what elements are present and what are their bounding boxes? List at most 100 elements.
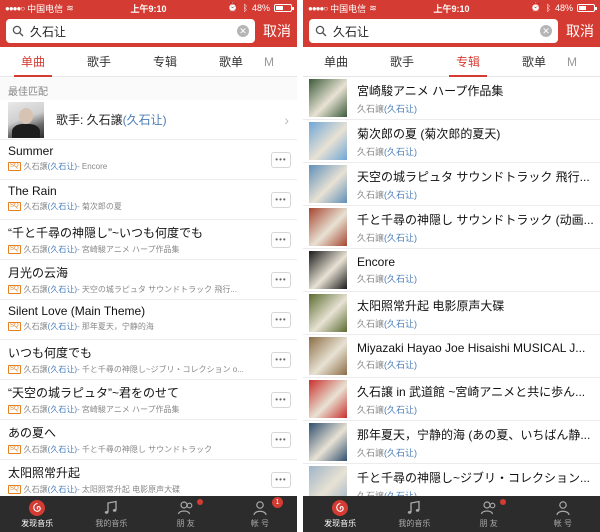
album-artist-name: 久石譲 — [357, 189, 385, 200]
cancel-button[interactable]: 取消 — [566, 21, 594, 41]
tab-more[interactable]: M — [264, 47, 278, 77]
album-list: 宮崎駿アニメ ハープ作品集 久石譲(久石让) 菊次郎の夏 (菊次郎的夏天) 久石譲(久… — [303, 77, 600, 507]
netease-logo-icon — [29, 500, 46, 516]
tab-playlists[interactable]: 歌单 — [501, 47, 567, 77]
album-cover — [309, 165, 347, 203]
album-artist: 久石譲(久石让) — [357, 317, 594, 330]
clear-icon[interactable]: ✕ — [237, 25, 249, 37]
song-album: - 那年夏天，宁静的海 — [77, 322, 154, 331]
song-artist: 久石譲 — [23, 365, 48, 374]
bottom-nav: 发现音乐 我的音乐 朋 友 1 帐 号 — [0, 496, 297, 532]
album-row[interactable]: Encore 久石譲(久石让) — [303, 249, 600, 292]
song-row[interactable]: “千と千尋の神隠し”~いつも何度でも SQ 久石譲 (久石让) - 宮崎駿アニメ ハープ… — [0, 220, 297, 260]
album-cover — [309, 122, 347, 160]
album-title: 太阳照常升起 电影原声大碟 — [357, 298, 505, 313]
nav-account[interactable]: 1 帐 号 — [223, 496, 297, 532]
more-options-button[interactable]: ••• — [271, 192, 291, 208]
nav-friends[interactable]: 朋 友 — [149, 496, 223, 532]
friends-icon — [177, 501, 192, 515]
more-options-button[interactable]: ••• — [271, 352, 291, 368]
song-artist: 久石譲 — [23, 485, 48, 494]
album-artist-alias: (久石让) — [384, 318, 418, 329]
more-options-button[interactable]: ••• — [271, 472, 291, 488]
song-row[interactable]: いつも何度でも SQ 久石譲 (久石让) - 千と千尋の神隠し~ジブリ・コレクション o… — [0, 340, 297, 380]
nav-label: 帐 号 — [553, 519, 572, 528]
more-options-button[interactable]: ••• — [271, 272, 291, 288]
album-artist-alias: (久石让) — [384, 189, 418, 200]
clear-icon[interactable]: ✕ — [540, 25, 552, 37]
tab-artists[interactable]: 歌手 — [66, 47, 132, 77]
tab-albums[interactable]: 专辑 — [435, 47, 501, 77]
album-title: Miyazaki Hayao Joe Hisaishi MUSICAL J... — [357, 341, 586, 355]
song-meta: SQ 久石譲 (久石让) - 那年夏天，宁静的海 — [8, 321, 266, 332]
music-note-icon — [408, 500, 421, 514]
nav-account[interactable]: 帐 号 — [526, 496, 600, 532]
search-input[interactable]: 久石让 ✕ — [6, 19, 255, 43]
artist-avatar — [8, 101, 44, 138]
song-meta: SQ 久石譲 (久石让) - 太阳照常升起 电影原声大碟 — [8, 484, 266, 495]
album-row[interactable]: 天空の城ラピュタ サウンドトラック 飛行... 久石譲(久石让) — [303, 163, 600, 206]
song-list: Summer SQ 久石譲 (久石让) - Encore ••• The Rain SQ 久石譲… — [0, 140, 297, 500]
tab-more[interactable]: M — [567, 47, 581, 77]
song-album: - Encore — [77, 162, 108, 171]
song-row[interactable]: Summer SQ 久石譲 (久石让) - Encore ••• — [0, 140, 297, 180]
tab-artists[interactable]: 歌手 — [369, 47, 435, 77]
album-title: Encore — [357, 255, 396, 269]
search-tabs: 单曲 歌手 专辑 歌单 M — [303, 47, 600, 77]
song-row[interactable]: Silent Love (Main Theme) SQ 久石譲 (久石让) - 那年夏天… — [0, 300, 297, 340]
album-artist-name: 久石譲 — [357, 274, 385, 284]
tab-albums[interactable]: 专辑 — [132, 47, 198, 77]
search-icon — [315, 25, 327, 37]
sq-quality-icon: SQ — [8, 202, 21, 211]
sq-quality-icon: SQ — [8, 365, 21, 374]
song-meta: SQ 久石譲 (久石让) - 宮崎駿アニメ ハープ作品集 — [8, 404, 266, 415]
nav-my-music[interactable]: 我的音乐 — [74, 496, 148, 532]
album-row[interactable]: 宮崎駿アニメ ハープ作品集 久石譲(久石让) — [303, 77, 600, 120]
album-artist-name: 久石譲 — [357, 360, 385, 370]
album-artist-alias: (久石让) — [384, 274, 418, 284]
nav-discover[interactable]: 发现音乐 — [0, 496, 74, 532]
nav-friends[interactable]: 朋 友 — [452, 496, 526, 532]
best-match-artist[interactable]: 歌手: 久石譲(久石让) › — [0, 100, 297, 140]
album-title: 宮崎駿アニメ ハープ作品集 — [357, 83, 504, 98]
album-cover — [309, 380, 347, 418]
song-row[interactable]: The Rain SQ 久石譲 (久石让) - 菊次郎の夏 ••• — [0, 180, 297, 220]
album-row[interactable]: 菊次郎の夏 (菊次郎的夏天) 久石譲(久石让) — [303, 120, 600, 163]
search-tabs: 单曲 歌手 专辑 歌单 M — [0, 47, 297, 77]
album-title: 千と千尋の神隠し サウンドトラック (动画... — [357, 212, 594, 227]
more-options-button[interactable]: ••• — [271, 392, 291, 408]
album-row[interactable]: 千と千尋の神隠し サウンドトラック (动画... 久石譲(久石让) — [303, 206, 600, 249]
album-artist-alias: (久石让) — [384, 232, 418, 243]
more-options-button[interactable]: ••• — [271, 232, 291, 248]
song-row[interactable]: “天空の城ラピュタ”~君をのせて SQ 久石譲 (久石让) - 宮崎駿アニメ ハープ作品… — [0, 380, 297, 420]
song-row[interactable]: 太阳照常升起 SQ 久石譲 (久石让) - 太阳照常升起 电影原声大碟 ••• — [0, 460, 297, 500]
more-options-button[interactable]: ••• — [271, 432, 291, 448]
tab-songs[interactable]: 单曲 — [0, 47, 66, 77]
nav-label: 帐 号 — [250, 519, 269, 528]
battery-percent: 48% — [251, 2, 270, 13]
search-input[interactable]: 久石让 ✕ — [309, 19, 558, 43]
album-cover — [309, 251, 347, 289]
album-artist: 久石譲(久石让) — [357, 358, 594, 371]
more-options-button[interactable]: ••• — [271, 152, 291, 168]
cancel-button[interactable]: 取消 — [263, 21, 291, 41]
album-row[interactable]: 太阳照常升起 电影原声大碟久石譲(久石让) — [303, 292, 600, 335]
tab-playlists[interactable]: 歌单 — [198, 47, 264, 77]
battery-icon — [274, 3, 294, 12]
album-title: 久石譲 in 武道館 ~宮崎アニメと共に歩ん... — [357, 384, 586, 399]
nav-discover[interactable]: 发现音乐 — [303, 496, 377, 532]
nav-label: 我的音乐 — [398, 519, 431, 528]
more-options-button[interactable]: ••• — [271, 312, 291, 328]
song-artist-alias: (久石让) — [47, 322, 77, 331]
album-cover — [309, 208, 347, 246]
song-row[interactable]: 月光の云海 SQ 久石譲 (久石让) - 天空の城ラピュタ サウンドトラック 飛行...… — [0, 260, 297, 300]
song-row[interactable]: あの夏へ SQ 久石譲 (久石让) - 千と千尋の神隠し サウンドトラック ••• — [0, 420, 297, 460]
nav-my-music[interactable]: 我的音乐 — [377, 496, 451, 532]
album-artist: 久石譲(久石让) — [357, 188, 594, 201]
song-artist-alias: (久石让) — [47, 485, 77, 494]
album-row[interactable]: Miyazaki Hayao Joe Hisaishi MUSICAL J...… — [303, 335, 600, 378]
best-match-name: 歌手: 久石譲 — [56, 113, 123, 127]
album-row[interactable]: 久石譲 in 武道館 ~宮崎アニメと共に歩ん... 久石譲(久石让) — [303, 378, 600, 421]
tab-songs[interactable]: 单曲 — [303, 47, 369, 77]
album-row[interactable]: 那年夏天，宁静的海 (あの夏、いちばん静... 久石譲(久石让) — [303, 421, 600, 464]
